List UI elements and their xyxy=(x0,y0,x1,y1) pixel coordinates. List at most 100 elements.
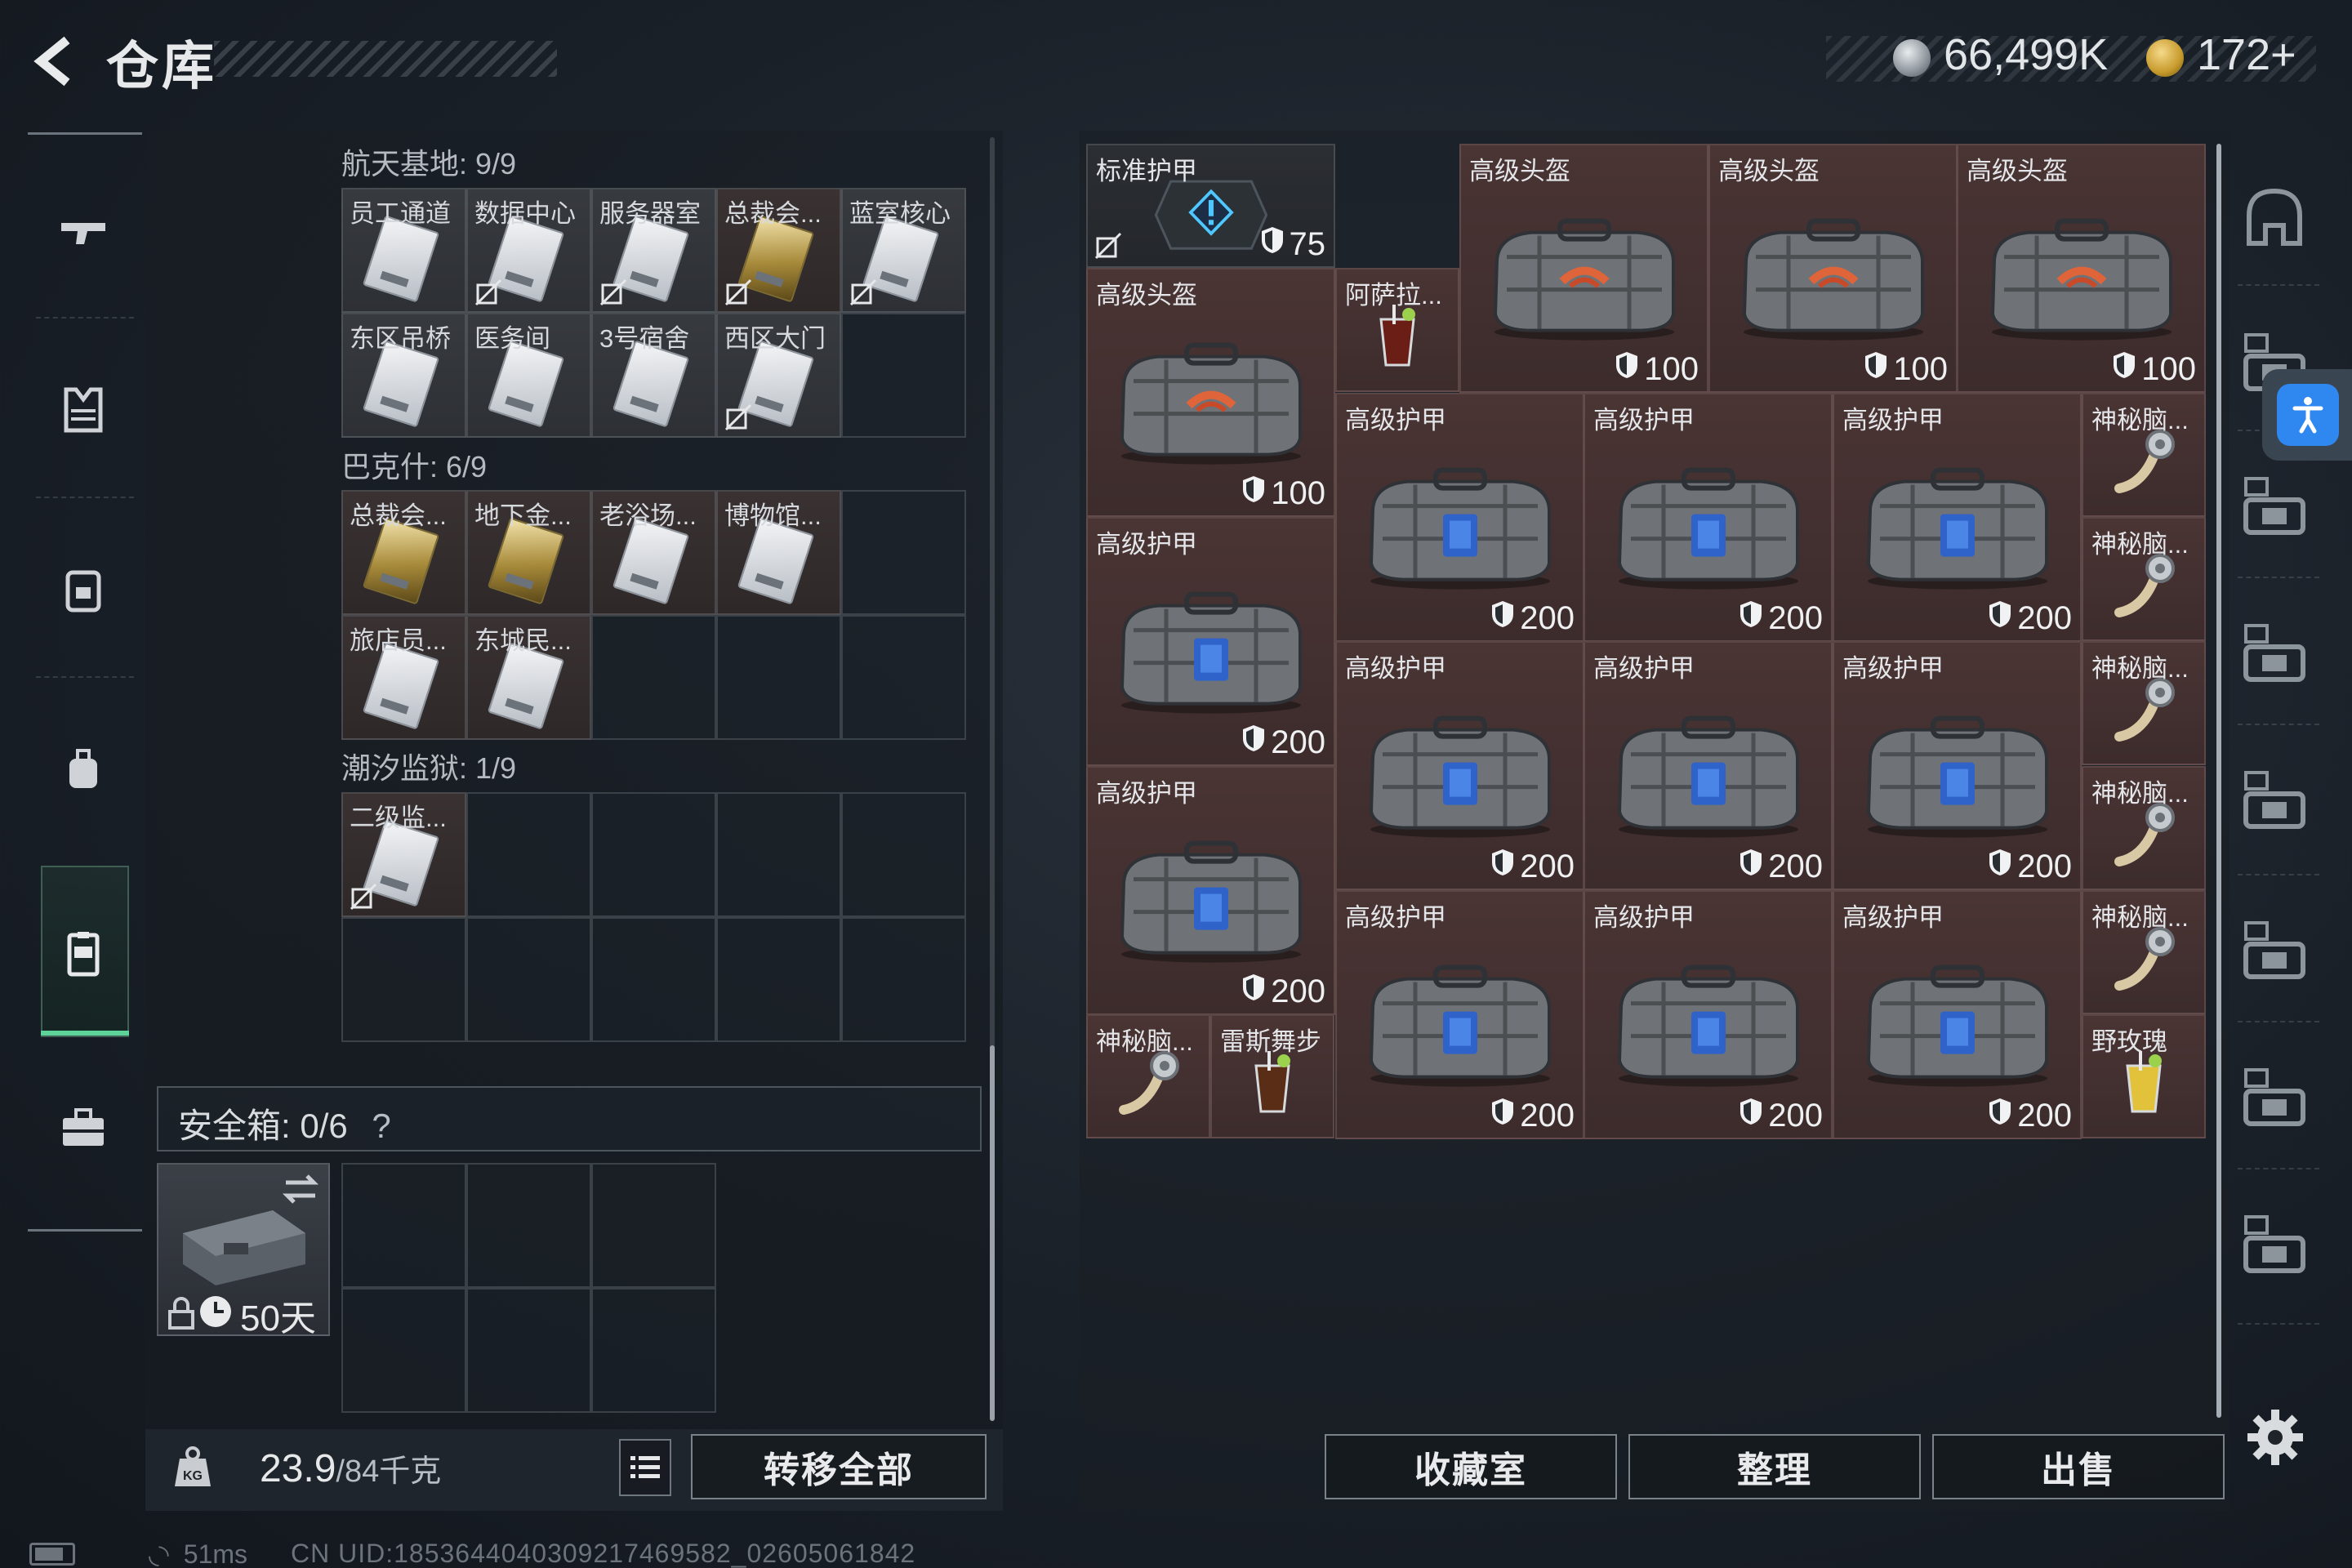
list-view-button[interactable] xyxy=(619,1439,671,1496)
safe-slot[interactable] xyxy=(341,1288,466,1413)
stash-item[interactable]: 高级头盔 100 xyxy=(1086,268,1335,517)
right-scrollbar-thumb[interactable] xyxy=(2216,144,2221,1418)
key-slot[interactable]: 西区大门 xyxy=(716,313,841,438)
stash-item[interactable]: 高级护甲 200 xyxy=(1584,890,1833,1139)
armor-item-image xyxy=(1109,833,1313,964)
empty-key-slot[interactable] xyxy=(591,792,716,917)
key-slot[interactable]: 旅店员... xyxy=(341,615,466,740)
stash-item[interactable]: 高级头盔 100 xyxy=(1708,144,1958,393)
safe-slot[interactable] xyxy=(466,1288,591,1413)
help-icon[interactable]: ? xyxy=(372,1107,390,1145)
stash-item[interactable]: 高级护甲 200 xyxy=(1086,766,1335,1015)
category-weapons[interactable] xyxy=(41,189,126,274)
empty-key-slot[interactable] xyxy=(341,917,466,1042)
key-slot[interactable]: 总裁会... xyxy=(341,490,466,615)
empty-key-slot[interactable] xyxy=(841,490,966,615)
key-slot[interactable]: 二级监... xyxy=(341,792,466,917)
stash-item[interactable]: 高级护甲 200 xyxy=(1833,393,2082,642)
key-label: 二级监... xyxy=(350,804,447,832)
stash-item[interactable]: 高级护甲 200 xyxy=(1335,641,1584,890)
stash-item[interactable]: 标准护甲 75 xyxy=(1086,144,1335,268)
item-durability: 100 xyxy=(1615,350,1699,388)
durability-shield-icon xyxy=(2112,350,2136,388)
key-slot[interactable]: 地下金... xyxy=(466,490,591,615)
safe-slot[interactable] xyxy=(341,1163,466,1288)
empty-key-slot[interactable] xyxy=(841,792,966,917)
empty-key-slot[interactable] xyxy=(716,917,841,1042)
stash-item[interactable]: 高级护甲 200 xyxy=(1335,890,1584,1139)
no-insurance-icon xyxy=(350,883,377,911)
stash-item[interactable]: 神秘脑... xyxy=(2082,393,2206,517)
category-cases[interactable] xyxy=(41,1086,126,1171)
stash-item[interactable]: 高级护甲 200 xyxy=(1833,641,2082,890)
key-slot[interactable]: 数据中心 xyxy=(466,188,591,313)
category-bags[interactable] xyxy=(41,727,126,812)
key-slot[interactable]: 总裁会... xyxy=(716,188,841,313)
stash-item[interactable]: 高级护甲 200 xyxy=(1584,393,1833,642)
stash-item[interactable]: 神秘脑... xyxy=(2082,766,2206,890)
empty-key-slot[interactable] xyxy=(716,615,841,740)
gold-currency-value[interactable]: 172+ xyxy=(2197,29,2296,80)
settings-gear-icon[interactable] xyxy=(2244,1406,2306,1468)
sort-button[interactable]: 整理 xyxy=(1628,1434,1921,1499)
back-button[interactable] xyxy=(24,29,90,94)
tier4-medkit-add-icon[interactable] xyxy=(2238,617,2311,691)
key-slot[interactable]: 员工通道 xyxy=(341,188,466,313)
helmet-slot-icon[interactable] xyxy=(2238,181,2311,255)
stash-item[interactable]: 高级护甲 200 xyxy=(1335,393,1584,642)
stash-item[interactable]: 高级护甲 200 xyxy=(1584,641,1833,890)
empty-key-slot[interactable] xyxy=(466,917,591,1042)
category-armor[interactable] xyxy=(41,368,126,452)
tier5-helmet-filter-icon[interactable] xyxy=(2238,1062,2311,1135)
safe-slot[interactable] xyxy=(591,1288,716,1413)
stash-item[interactable]: 神秘脑... xyxy=(1086,1014,1210,1138)
key-slot[interactable]: 老浴场... xyxy=(591,490,716,615)
tier4-rig-filter-icon[interactable] xyxy=(2238,915,2311,988)
key-slot[interactable]: 服务器室 xyxy=(591,188,716,313)
stash-item[interactable]: 雷斯舞步 xyxy=(1210,1014,1334,1138)
category-backpacks[interactable] xyxy=(41,547,126,632)
stash-item[interactable]: 神秘脑... xyxy=(2082,890,2206,1014)
stash-item[interactable]: 高级护甲 200 xyxy=(1086,517,1335,766)
key-label: 服务器室 xyxy=(599,199,701,228)
key-label: 地下金... xyxy=(474,501,572,530)
collection-room-button[interactable]: 收藏室 xyxy=(1325,1434,1617,1499)
key-slot[interactable]: 东城民... xyxy=(466,615,591,740)
empty-key-slot[interactable] xyxy=(591,917,716,1042)
stash-item[interactable]: 高级头盔 100 xyxy=(1957,144,2206,393)
empty-key-slot[interactable] xyxy=(466,792,591,917)
swap-icon[interactable] xyxy=(279,1168,322,1210)
sell-button[interactable]: 出售 xyxy=(1932,1434,2225,1499)
safe-slot[interactable] xyxy=(591,1163,716,1288)
key-slot[interactable]: 医务间 xyxy=(466,313,591,438)
tier3-armor-filter-icon[interactable] xyxy=(2238,764,2311,838)
stash-item[interactable]: 阿萨拉... xyxy=(1335,268,1459,392)
empty-key-slot[interactable] xyxy=(841,615,966,740)
category-keycards[interactable] xyxy=(41,911,126,996)
key-slot[interactable]: 蓝室核心 xyxy=(841,188,966,313)
item-durability: 200 xyxy=(1490,1097,1575,1134)
key-slot[interactable]: 3号宿舍 xyxy=(591,313,716,438)
stash-item[interactable]: 神秘脑... xyxy=(2082,517,2206,641)
key-slot[interactable]: 东区吊桥 xyxy=(341,313,466,438)
empty-key-slot[interactable] xyxy=(841,313,966,438)
section-title: 航天基地: 9/9 xyxy=(341,147,517,180)
accessibility-button[interactable] xyxy=(2262,369,2352,461)
stash-item[interactable]: 高级头盔 100 xyxy=(1459,144,1708,393)
stash-item[interactable]: 野玫瑰 xyxy=(2082,1014,2206,1138)
tier3-helmet-filter-icon[interactable] xyxy=(2238,1209,2311,1282)
silver-currency-value[interactable]: 66,499K xyxy=(1944,29,2108,80)
key-slot[interactable]: 博物馆... xyxy=(716,490,841,615)
tier4-armor-filter-icon[interactable] xyxy=(2238,470,2311,544)
stash-item[interactable]: 高级护甲 200 xyxy=(1833,890,2082,1139)
safe-slot[interactable] xyxy=(466,1163,591,1288)
empty-key-slot[interactable] xyxy=(716,792,841,917)
item-label: 高级护甲 xyxy=(1096,530,1197,559)
durability-shield-icon xyxy=(1988,848,2012,885)
stash-item[interactable]: 神秘脑... xyxy=(2082,641,2206,765)
transfer-all-button[interactable]: 转移全部 xyxy=(691,1434,987,1499)
empty-key-slot[interactable] xyxy=(591,615,716,740)
empty-key-slot[interactable] xyxy=(841,917,966,1042)
left-scrollbar-thumb[interactable] xyxy=(990,1045,995,1421)
side-divider xyxy=(2238,874,2319,875)
